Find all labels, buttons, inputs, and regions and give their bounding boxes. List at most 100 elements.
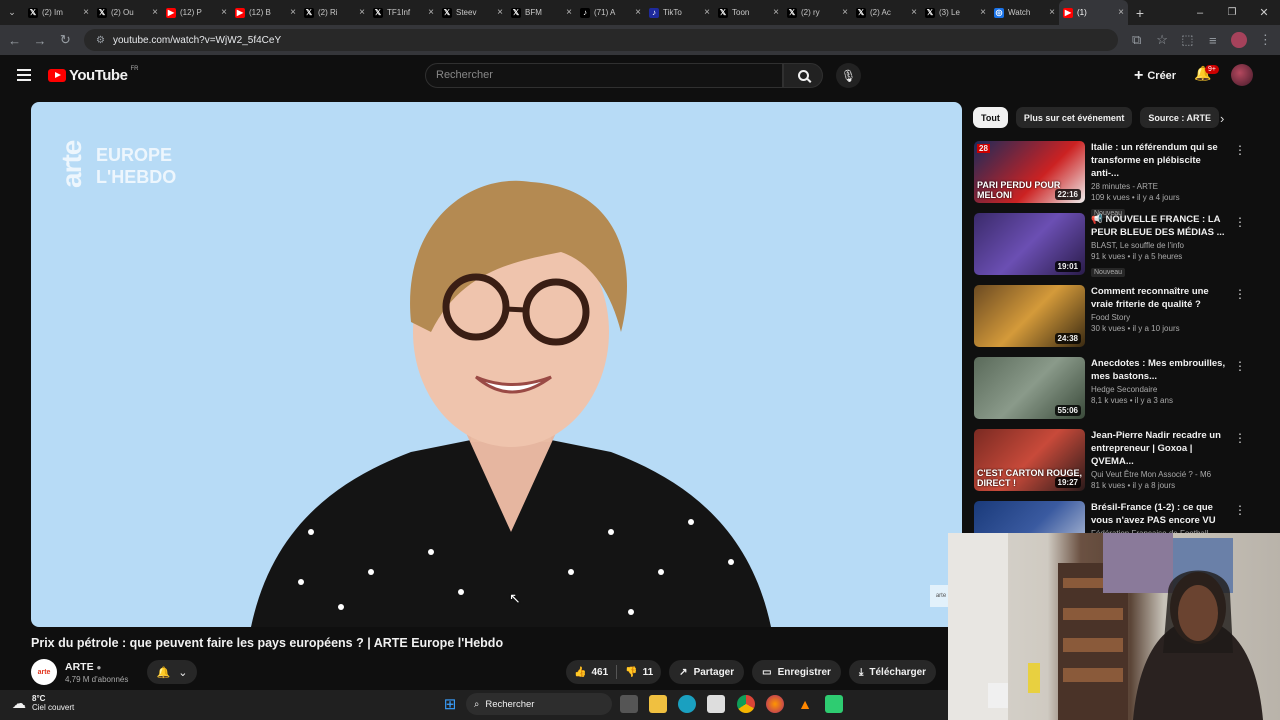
close-tab-icon[interactable]: ×: [221, 7, 227, 18]
rec-channel[interactable]: Qui Veut Être Mon Associé ? - M6: [1091, 470, 1231, 479]
close-tab-icon[interactable]: ×: [428, 7, 434, 18]
vlc-icon[interactable]: ▲: [796, 695, 814, 713]
rec-title[interactable]: Anecdotes : Mes embrouilles, mes bastons…: [1091, 357, 1231, 383]
close-tab-icon[interactable]: ×: [566, 7, 572, 18]
browser-tab[interactable]: 𝕏 TF1Inf ×: [369, 0, 438, 25]
back-icon[interactable]: ←: [8, 33, 21, 48]
close-tab-icon[interactable]: ×: [152, 7, 158, 18]
tab-list-button[interactable]: ⌄: [0, 0, 24, 25]
browser-tab[interactable]: 𝕏 (2) ry ×: [783, 0, 852, 25]
browser-tab[interactable]: 𝕏 Steev ×: [438, 0, 507, 25]
recommended-video[interactable]: C'EST CARTON ROUGE, DIRECT ! 19:27 Jean-Pi…: [974, 429, 1264, 497]
browser-tab[interactable]: ▶ (12) P ×: [162, 0, 231, 25]
close-tab-icon[interactable]: ×: [980, 7, 986, 18]
more-options-icon[interactable]: ⋮: [1234, 503, 1246, 517]
app-green-icon[interactable]: [825, 695, 843, 713]
more-options-icon[interactable]: ⋮: [1234, 359, 1246, 373]
chrome-icon[interactable]: [737, 695, 755, 713]
video-player[interactable]: arte EUROPE L'HEBDO arte: [31, 102, 962, 627]
video-thumbnail[interactable]: 19:01: [974, 213, 1085, 275]
close-tab-icon[interactable]: ×: [773, 7, 779, 18]
rec-title[interactable]: Comment reconnaître une vraie friterie d…: [1091, 285, 1231, 311]
browser-tab[interactable]: 𝕏 (2) Im ×: [24, 0, 93, 25]
taskbar-search[interactable]: ⌕ Rechercher: [466, 693, 612, 715]
site-info-icon[interactable]: ⚙: [96, 35, 105, 46]
rec-title[interactable]: Italie : un référendum qui se transforme…: [1091, 141, 1231, 180]
browser-tab[interactable]: ♪ (71) A ×: [576, 0, 645, 25]
youtube-logo[interactable]: YouTube FR: [48, 66, 138, 84]
close-tab-icon[interactable]: ×: [1049, 7, 1055, 18]
browser-tab[interactable]: 𝕏 Toon ×: [714, 0, 783, 25]
rec-channel[interactable]: BLAST, Le souffle de l'info: [1091, 241, 1231, 250]
close-tab-icon[interactable]: ×: [1118, 7, 1124, 18]
close-window-button[interactable]: ✕: [1248, 6, 1280, 19]
close-tab-icon[interactable]: ×: [497, 7, 503, 18]
close-tab-icon[interactable]: ×: [704, 7, 710, 18]
close-tab-icon[interactable]: ×: [911, 7, 917, 18]
maximize-button[interactable]: ❐: [1216, 7, 1248, 18]
video-thumbnail[interactable]: 55:06: [974, 357, 1085, 419]
video-thumbnail[interactable]: C'EST CARTON ROUGE, DIRECT ! 19:27: [974, 429, 1085, 491]
rec-channel[interactable]: Hedge Secondaire: [1091, 385, 1231, 394]
share-button[interactable]: ↗ Partager: [669, 660, 745, 684]
windows-start-icon[interactable]: ⊞: [441, 695, 459, 713]
rec-channel[interactable]: 28 minutes - ARTE: [1091, 182, 1231, 191]
url-field[interactable]: ⚙ youtube.com/watch?v=WjW2_5f4CeY: [84, 29, 1119, 51]
download-button[interactable]: ⤓ Télécharger: [848, 660, 937, 684]
browser-tab[interactable]: ▶ (1) ×: [1059, 0, 1128, 25]
new-tab-button[interactable]: +: [1128, 5, 1152, 21]
minimize-button[interactable]: –: [1184, 7, 1216, 19]
chip-all[interactable]: Tout: [973, 107, 1008, 128]
rec-title[interactable]: Brésil-France (1-2) : ce que vous n'avez…: [1091, 501, 1231, 527]
extensions-icon[interactable]: ⬚: [1181, 32, 1194, 48]
browser-tab[interactable]: 𝕏 (2) Ri ×: [300, 0, 369, 25]
reload-icon[interactable]: ↻: [59, 32, 72, 48]
browser-tab[interactable]: ♪ TikTo ×: [645, 0, 714, 25]
more-options-icon[interactable]: ⋮: [1234, 431, 1246, 445]
rec-title[interactable]: Jean-Pierre Nadir recadre un entrepreneu…: [1091, 429, 1231, 468]
recommended-video[interactable]: 28 PARI PERDU POUR MELONI 22:16 Italie : un…: [974, 141, 1264, 218]
profile-avatar[interactable]: [1231, 32, 1247, 48]
menu-icon[interactable]: [17, 69, 31, 81]
browser-tab[interactable]: ◎ Watch ×: [990, 0, 1059, 25]
close-tab-icon[interactable]: ×: [83, 7, 89, 18]
more-options-icon[interactable]: ⋮: [1234, 143, 1246, 157]
firefox-icon[interactable]: [766, 695, 784, 713]
forward-icon[interactable]: →: [33, 33, 47, 48]
store-icon[interactable]: [707, 695, 725, 713]
more-options-icon[interactable]: ⋮: [1234, 215, 1246, 229]
chevron-right-icon[interactable]: ›: [1220, 111, 1224, 126]
weather-widget[interactable]: ☁ 8°C Ciel couvert: [12, 694, 74, 712]
like-button[interactable]: 👍 461: [566, 667, 616, 678]
chip-more-event[interactable]: Plus sur cet événement: [1015, 107, 1133, 128]
file-explorer-icon[interactable]: [649, 695, 667, 713]
chip-source[interactable]: Source : ARTE: [1140, 107, 1220, 128]
task-view-icon[interactable]: [620, 695, 638, 713]
search-button[interactable]: [783, 63, 823, 88]
browser-tab[interactable]: 𝕏 BFM ×: [507, 0, 576, 25]
install-icon[interactable]: ⧉: [1130, 32, 1143, 48]
video-thumbnail[interactable]: 28 PARI PERDU POUR MELONI 22:16: [974, 141, 1085, 203]
recommended-video[interactable]: 55:06 Anecdotes : Mes embrouilles, mes ba…: [974, 357, 1264, 425]
browser-tab[interactable]: 𝕏 (2) Ou ×: [93, 0, 162, 25]
voice-search-button[interactable]: 🎙: [836, 63, 861, 88]
browser-tab[interactable]: 𝕏 (3) Le ×: [921, 0, 990, 25]
channel-info[interactable]: arte ARTE ● 4,79 M d'abonnés: [31, 659, 128, 685]
subscription-bell-button[interactable]: 🔔 ⌄: [147, 660, 197, 684]
rec-channel[interactable]: Food Story: [1091, 313, 1231, 322]
close-tab-icon[interactable]: ×: [842, 7, 848, 18]
media-icon[interactable]: ≡: [1206, 33, 1219, 48]
channel-name[interactable]: ARTE: [65, 661, 94, 673]
dislike-button[interactable]: 👎 11: [617, 667, 661, 678]
rec-title[interactable]: 📢 NOUVELLE FRANCE : LA PEUR BLEUE DES MÉ…: [1091, 213, 1231, 239]
save-button[interactable]: ▭ Enregistrer: [752, 660, 841, 684]
close-tab-icon[interactable]: ×: [359, 7, 365, 18]
recommended-video[interactable]: 19:01 📢 NOUVELLE FRANCE : LA PEUR BLEUE D…: [974, 213, 1264, 281]
menu-dots-icon[interactable]: ⋮: [1259, 32, 1272, 48]
recommended-video[interactable]: 24:38 Comment reconnaître une vraie frite…: [974, 285, 1264, 353]
channel-avatar[interactable]: arte: [31, 659, 57, 685]
account-avatar[interactable]: [1231, 64, 1253, 86]
close-tab-icon[interactable]: ×: [290, 7, 296, 18]
close-tab-icon[interactable]: ×: [635, 7, 641, 18]
edge-icon[interactable]: [678, 695, 696, 713]
